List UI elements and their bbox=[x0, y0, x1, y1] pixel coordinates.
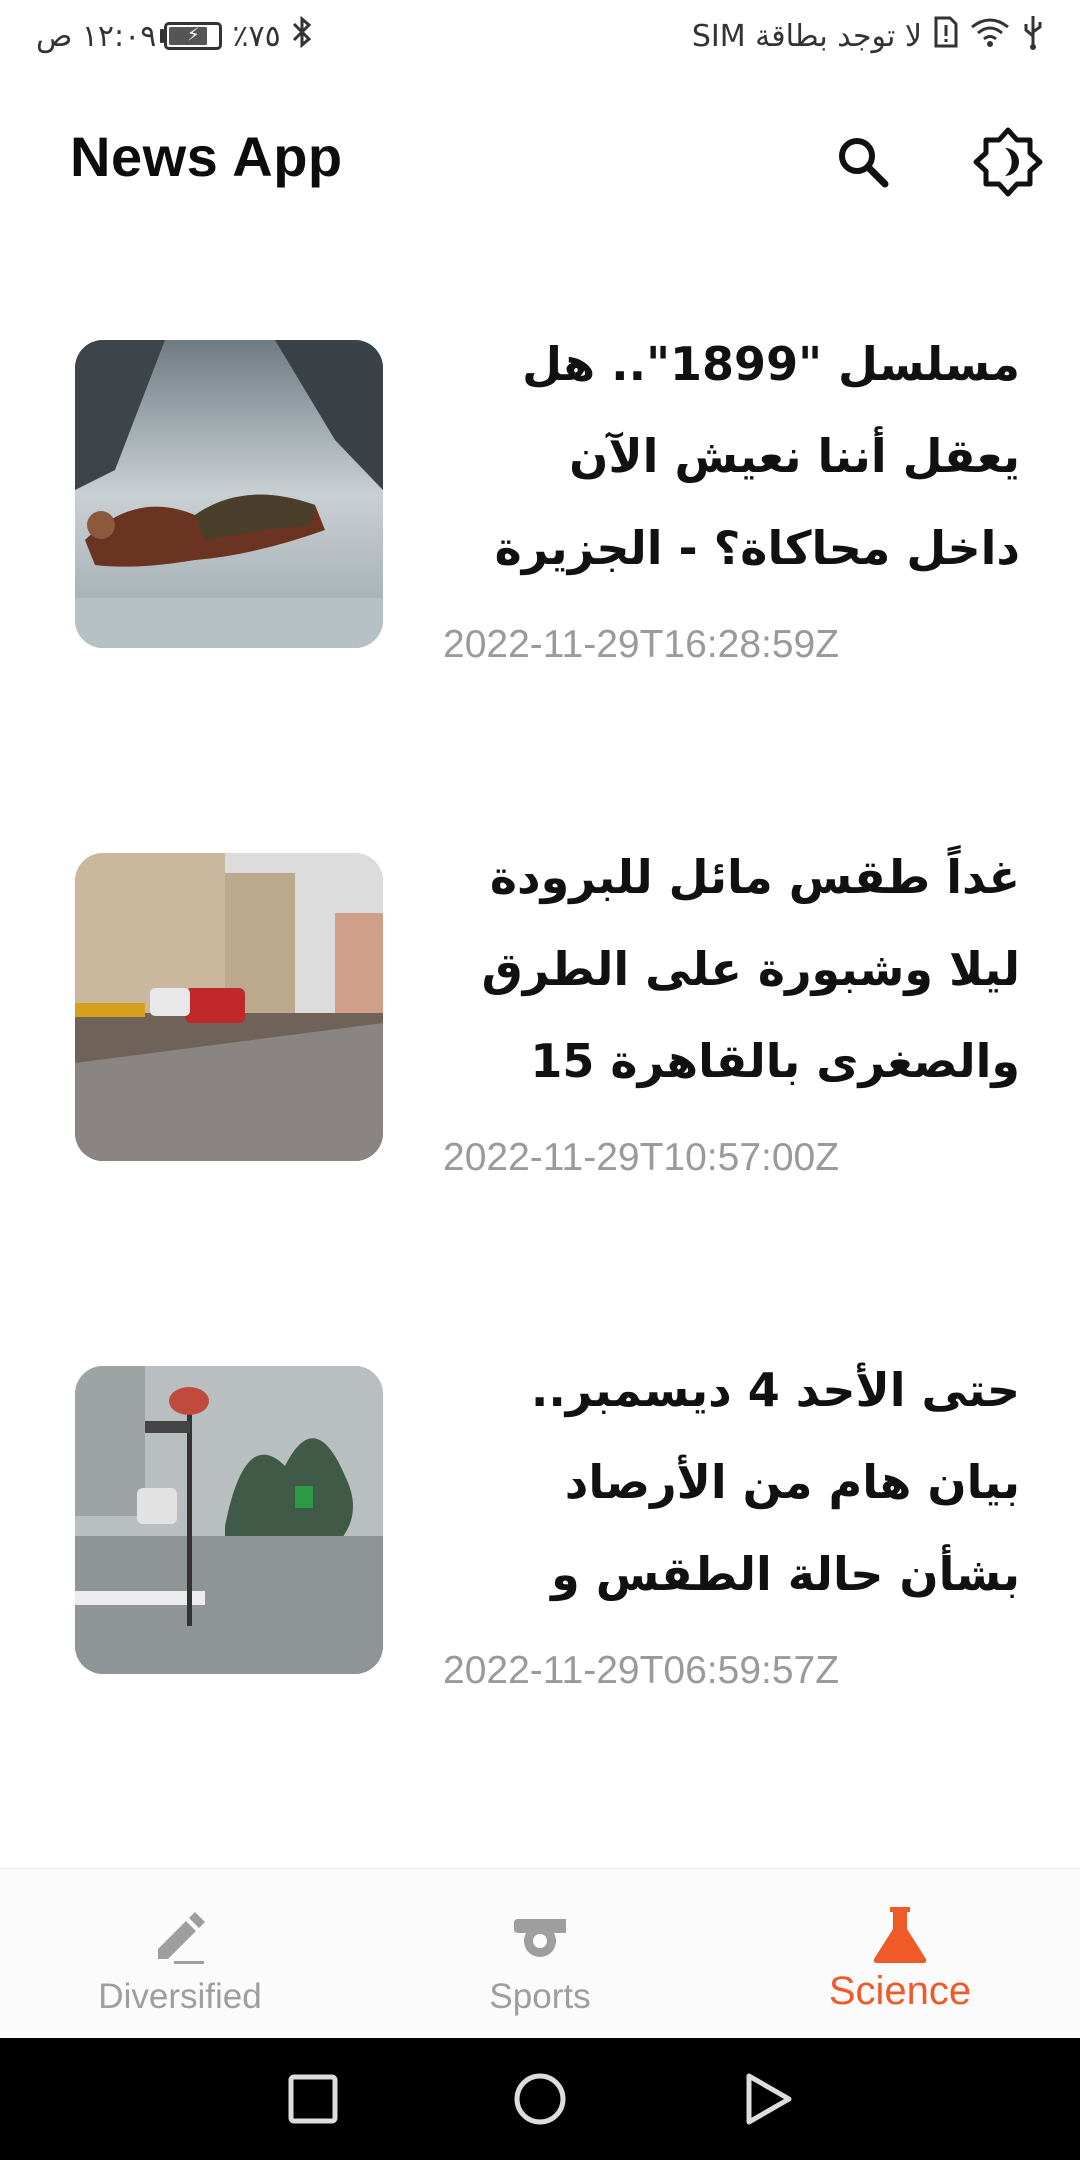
article-thumbnail bbox=[75, 853, 383, 1161]
app-title: News App bbox=[70, 125, 343, 188]
nav-label: Sports bbox=[489, 1977, 591, 2016]
recent-apps-icon[interactable] bbox=[280, 2066, 346, 2132]
nav-item-science[interactable]: Science bbox=[720, 1869, 1080, 2039]
status-right: لا توجد بطاقة SIM bbox=[692, 14, 1044, 58]
status-bar: ١٢:٠٩ ص ⚡ ٪٧٥ لا توجد بطاقة SIM bbox=[0, 0, 1080, 72]
search-button[interactable] bbox=[815, 114, 911, 210]
bluetooth-icon bbox=[291, 15, 313, 57]
nav-item-diversified[interactable]: Diversified bbox=[0, 1869, 360, 2039]
article-title: مسلسل "1899".. هل يعقل أننا نعيش الآن دا… bbox=[494, 337, 1020, 575]
pencil-icon bbox=[158, 1912, 205, 1964]
news-item[interactable]: مسلسل "1899".. هل يعقل أننا نعيش الآن دا… bbox=[0, 248, 1080, 761]
article-date: 2022-11-29T06:59:57Z bbox=[443, 1649, 840, 1692]
status-left: ١٢:٠٩ ص ⚡ ٪٧٥ bbox=[36, 14, 313, 58]
carrier-text: لا توجد بطاقة SIM bbox=[691, 18, 922, 54]
flask-icon bbox=[873, 1907, 927, 1963]
theme-toggle-button[interactable] bbox=[960, 114, 1056, 210]
system-navigation-bar bbox=[0, 2038, 1080, 2160]
bottom-navigation: Diversified Sports Science bbox=[0, 1868, 1080, 2039]
article-date: 2022-11-29T10:57:00Z bbox=[443, 1136, 840, 1179]
nav-item-sports[interactable]: Sports bbox=[360, 1869, 720, 2039]
nav-label: Science bbox=[828, 1969, 972, 2013]
article-title: حتى الأحد 4 ديسمبر.. بيان هام من الأرصاد… bbox=[530, 1363, 1020, 1601]
usb-icon bbox=[1022, 14, 1044, 58]
nav-label: Diversified bbox=[98, 1977, 262, 2016]
article-date: 2022-11-29T16:28:59Z bbox=[443, 623, 840, 666]
back-icon[interactable] bbox=[735, 2066, 801, 2132]
app-bar: News App bbox=[0, 72, 1080, 248]
clock: ١٢:٠٩ ص bbox=[36, 18, 157, 54]
wifi-icon bbox=[970, 17, 1010, 55]
sim-alert-icon bbox=[934, 16, 958, 56]
search-icon bbox=[839, 138, 889, 188]
home-icon[interactable] bbox=[507, 2066, 573, 2132]
article-thumbnail bbox=[75, 1366, 383, 1674]
article-title: غداً طقس مائل للبرودة ليلا وشبورة على ال… bbox=[481, 850, 1020, 1088]
article-thumbnail bbox=[75, 340, 383, 648]
battery-icon: ⚡ bbox=[160, 22, 223, 50]
brightness-icon bbox=[973, 127, 1043, 197]
news-item[interactable]: حتى الأحد 4 ديسمبر.. بيان هام من الأرصاد… bbox=[0, 1274, 1080, 1787]
battery-percent: ٪٧٥ bbox=[232, 18, 281, 54]
whistle-icon bbox=[514, 1919, 566, 1957]
news-item[interactable]: غداً طقس مائل للبرودة ليلا وشبورة على ال… bbox=[0, 761, 1080, 1274]
